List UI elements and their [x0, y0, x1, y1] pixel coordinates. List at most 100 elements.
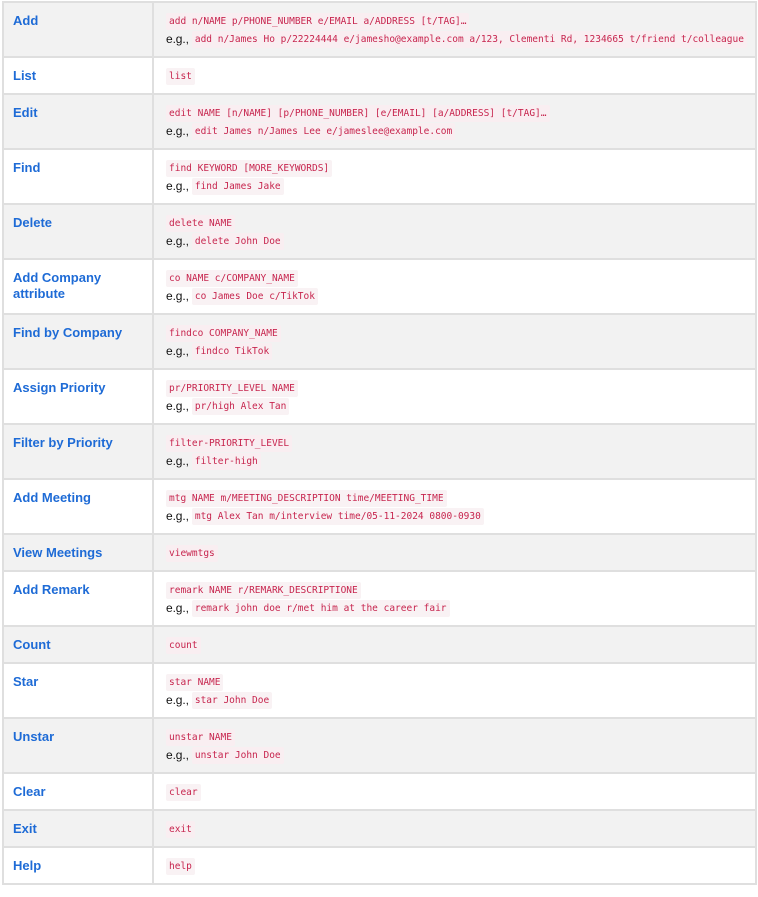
example-prefix: e.g.,: [166, 289, 189, 303]
format-cell: pr/PRIORITY_LEVEL NAME e.g., pr/high Alex…: [152, 368, 757, 425]
table-row: Exit exit: [2, 809, 757, 848]
table-row: Unstar unstar NAME e.g., unstar John Doe: [2, 717, 757, 774]
format-cell: co NAME c/COMPANY_NAME e.g., co James Doe…: [152, 258, 757, 315]
table-row: Clear clear: [2, 772, 757, 811]
command-example: co James Doe c/TikTok: [191, 287, 318, 305]
command-summary-table: Add add n/NAME p/PHONE_NUMBER e/EMAIL a/…: [2, 1, 757, 885]
format-cell: delete NAME e.g., delete John Doe: [152, 203, 757, 260]
command-format: find KEYWORD [MORE_KEYWORDS]: [166, 159, 333, 177]
action-cell: Help: [2, 846, 154, 885]
command-format: edit NAME [n/NAME] [p/PHONE_NUMBER] [e/E…: [166, 104, 550, 122]
action-label: Clear: [13, 784, 46, 799]
format-cell: unstar NAME e.g., unstar John Doe: [152, 717, 757, 774]
action-cell: View Meetings: [2, 533, 154, 572]
format-cell: count: [152, 625, 757, 664]
example-prefix: e.g.,: [166, 32, 189, 46]
command-format: help: [166, 857, 195, 875]
command-format: findco COMPANY_NAME: [166, 324, 281, 342]
table-row: Count count: [2, 625, 757, 664]
format-cell: exit: [152, 809, 757, 848]
example-prefix: e.g.,: [166, 344, 189, 358]
action-cell: Clear: [2, 772, 154, 811]
action-cell: Find by Company: [2, 313, 154, 370]
command-example: find James Jake: [191, 177, 284, 195]
command-format: star NAME: [166, 673, 224, 691]
example-prefix: e.g.,: [166, 601, 189, 615]
table-row: View Meetings viewmtgs: [2, 533, 757, 572]
command-example: mtg Alex Tan m/interview time/05-11-2024…: [191, 507, 484, 525]
command-format: list: [166, 67, 195, 85]
action-cell: Star: [2, 662, 154, 719]
format-cell: edit NAME [n/NAME] [p/PHONE_NUMBER] [e/E…: [152, 93, 757, 150]
command-format: count: [166, 636, 201, 654]
format-cell: clear: [152, 772, 757, 811]
command-format: exit: [166, 820, 195, 838]
action-cell: Assign Priority: [2, 368, 154, 425]
format-cell: remark NAME r/REMARK_DESCRIPTIONE e.g., r…: [152, 570, 757, 627]
action-label: Star: [13, 674, 39, 689]
action-label: Add Remark: [13, 582, 90, 597]
action-label: View Meetings: [13, 545, 103, 560]
action-cell: Edit: [2, 93, 154, 150]
format-cell: add n/NAME p/PHONE_NUMBER e/EMAIL a/ADDR…: [152, 1, 757, 58]
table-row: Edit edit NAME [n/NAME] [p/PHONE_NUMBER]…: [2, 93, 757, 150]
example-prefix: e.g.,: [166, 234, 189, 248]
format-cell: help: [152, 846, 757, 885]
action-cell: Find: [2, 148, 154, 205]
table-row: Find by Company findco COMPANY_NAME e.g.…: [2, 313, 757, 370]
action-cell: Unstar: [2, 717, 154, 774]
action-cell: Filter by Priority: [2, 423, 154, 480]
command-example: pr/high Alex Tan: [191, 397, 290, 415]
action-label: List: [13, 68, 37, 83]
table-row: Find find KEYWORD [MORE_KEYWORDS] e.g., f…: [2, 148, 757, 205]
format-cell: list: [152, 56, 757, 95]
action-label: Add Company attribute: [13, 270, 102, 301]
action-cell: Exit: [2, 809, 154, 848]
table-row: List list: [2, 56, 757, 95]
table-row: Add Remark remark NAME r/REMARK_DESCRIPT…: [2, 570, 757, 627]
command-format: clear: [166, 783, 201, 801]
action-label: Find by Company: [13, 325, 123, 340]
command-format: delete NAME: [166, 214, 235, 232]
table-row: Delete delete NAME e.g., delete John Doe: [2, 203, 757, 260]
table-row: Add Meeting mtg NAME m/MEETING_DESCRIPTI…: [2, 478, 757, 535]
command-format: pr/PRIORITY_LEVEL NAME: [166, 379, 298, 397]
command-example: add n/James Ho p/22224444 e/jamesho@exam…: [191, 30, 747, 48]
command-format: co NAME c/COMPANY_NAME: [166, 269, 298, 287]
command-example: edit James n/James Lee e/jameslee@exampl…: [191, 122, 456, 140]
format-cell: findco COMPANY_NAME e.g., findco TikTok: [152, 313, 757, 370]
command-format: unstar NAME: [166, 728, 235, 746]
action-label: Count: [13, 637, 51, 652]
command-example: unstar John Doe: [191, 746, 284, 764]
command-example: star John Doe: [191, 691, 273, 709]
command-format: remark NAME r/REMARK_DESCRIPTIONE: [166, 581, 361, 599]
action-cell: Add Meeting: [2, 478, 154, 535]
action-label: Help: [13, 858, 42, 873]
command-table-body: Add add n/NAME p/PHONE_NUMBER e/EMAIL a/…: [2, 1, 757, 885]
table-row: Filter by Priority filter-PRIORITY_LEVEL…: [2, 423, 757, 480]
command-example: findco TikTok: [191, 342, 273, 360]
format-cell: find KEYWORD [MORE_KEYWORDS] e.g., find J…: [152, 148, 757, 205]
action-label: Add: [13, 13, 39, 28]
example-prefix: e.g.,: [166, 509, 189, 523]
action-cell: List: [2, 56, 154, 95]
table-row: Help help: [2, 846, 757, 885]
table-row: Assign Priority pr/PRIORITY_LEVEL NAME e…: [2, 368, 757, 425]
example-prefix: e.g.,: [166, 179, 189, 193]
format-cell: mtg NAME m/MEETING_DESCRIPTION time/MEET…: [152, 478, 757, 535]
example-prefix: e.g.,: [166, 748, 189, 762]
action-label: Add Meeting: [13, 490, 91, 505]
command-format: add n/NAME p/PHONE_NUMBER e/EMAIL a/ADDR…: [166, 12, 470, 30]
action-label: Assign Priority: [13, 380, 106, 395]
example-prefix: e.g.,: [166, 124, 189, 138]
action-cell: Delete: [2, 203, 154, 260]
action-cell: Count: [2, 625, 154, 664]
command-example: delete John Doe: [191, 232, 284, 250]
command-format: mtg NAME m/MEETING_DESCRIPTION time/MEET…: [166, 489, 447, 507]
command-example: remark john doe r/met him at the career …: [191, 599, 450, 617]
example-prefix: e.g.,: [166, 454, 189, 468]
example-prefix: e.g.,: [166, 693, 189, 707]
format-cell: star NAME e.g., star John Doe: [152, 662, 757, 719]
table-row: Add Company attribute co NAME c/COMPANY_…: [2, 258, 757, 315]
action-label: Edit: [13, 105, 38, 120]
